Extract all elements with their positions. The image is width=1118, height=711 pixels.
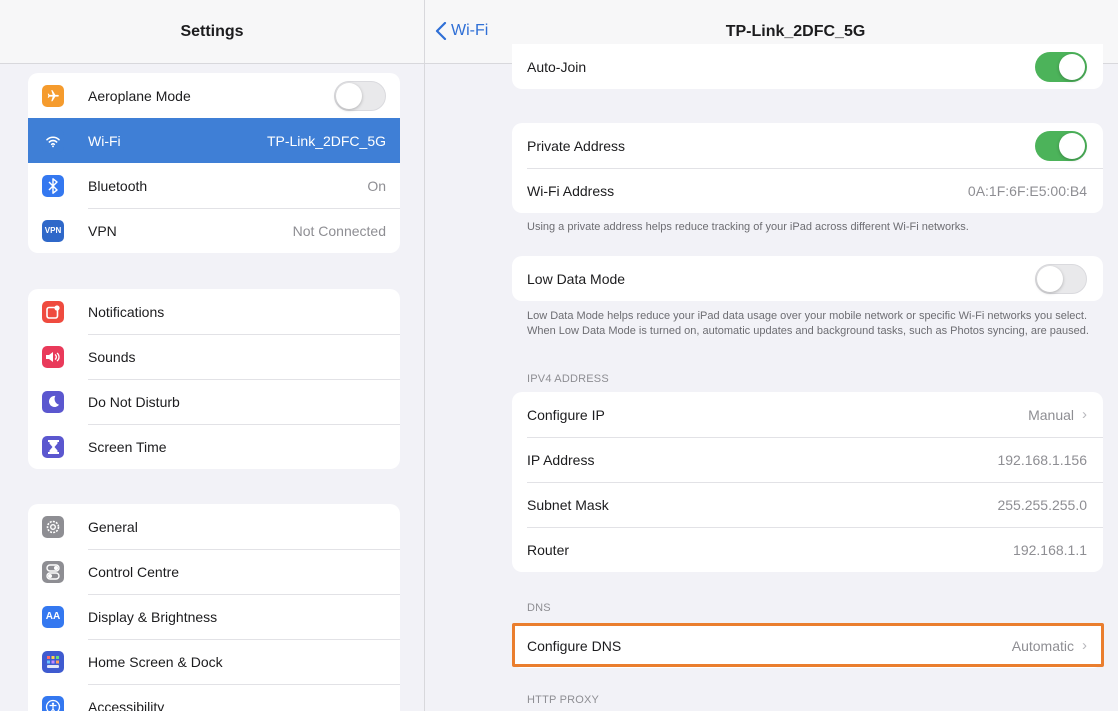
sidebar-item-sounds[interactable]: Sounds [28, 334, 400, 379]
system-group: General Control Centre AA Display & Brig… [28, 504, 400, 711]
back-button[interactable]: Wi-Fi [435, 22, 488, 40]
sidebar-item-label: Control Centre [88, 563, 180, 580]
ipv4-group: Configure IP Manual › IP Address 192.168… [512, 392, 1103, 572]
ipv4-section-header: IPV4 ADDRESS [527, 373, 609, 385]
sidebar-item-label: VPN [88, 222, 117, 239]
sidebar-item-label: Display & Brightness [88, 608, 218, 625]
ip-address-label: IP Address [527, 451, 595, 468]
wifi-address-value: 0A:1F:6F:E5:00:B4 [967, 182, 1087, 199]
router-row: Router 192.168.1.1 [512, 527, 1103, 572]
wifi-address-label: Wi-Fi Address [527, 182, 615, 199]
sidebar-title: Settings [180, 22, 244, 40]
sidebar-item-notifications[interactable]: Notifications [28, 289, 400, 334]
sidebar-item-home-screen-dock[interactable]: Home Screen & Dock [28, 639, 400, 684]
subnet-mask-value: 255.255.255.0 [997, 496, 1087, 513]
low-data-mode-label: Low Data Mode [527, 270, 626, 287]
auto-join-row[interactable]: Auto-Join [512, 44, 1103, 89]
page-title: TP-Link_2DFC_5G [725, 22, 866, 40]
sidebar-item-label: Sounds [88, 348, 136, 365]
sidebar-item-label: Bluetooth [88, 177, 148, 194]
sidebar-item-vpn[interactable]: VPN VPN Not Connected [28, 208, 400, 253]
chevron-left-icon [435, 22, 447, 40]
display-icon: AA [42, 605, 64, 628]
configure-ip-row[interactable]: Configure IP Manual › [512, 392, 1103, 437]
private-address-note: Using a private address helps reduce tra… [527, 221, 969, 233]
private-address-row[interactable]: Private Address [512, 123, 1103, 168]
aeroplane-mode-toggle[interactable] [334, 80, 386, 111]
bluetooth-value: On [367, 177, 386, 194]
subnet-mask-label: Subnet Mask [527, 496, 609, 513]
dns-group: Configure DNS Automatic › [512, 623, 1103, 668]
accessibility-icon [42, 695, 64, 711]
configure-ip-label: Configure IP [527, 406, 605, 423]
low-data-note: Low Data Mode helps reduce your iPad dat… [527, 310, 1089, 337]
router-value: 192.168.1.1 [1013, 541, 1087, 558]
ip-address-row: IP Address 192.168.1.156 [512, 437, 1103, 482]
sidebar-item-label: Wi-Fi [88, 132, 121, 149]
hourglass-icon [42, 435, 64, 458]
configure-dns-row[interactable]: Configure DNS Automatic › [512, 623, 1103, 668]
bluetooth-icon [42, 174, 64, 197]
chevron-right-icon: › [1082, 406, 1087, 423]
control-centre-icon [42, 560, 64, 583]
auto-join-toggle[interactable] [1035, 51, 1087, 82]
sidebar-item-screen-time[interactable]: Screen Time [28, 424, 400, 469]
sidebar-item-label: General [88, 518, 138, 535]
sounds-icon [42, 345, 64, 368]
auto-join-group: Auto-Join [512, 44, 1103, 89]
private-address-label: Private Address [527, 137, 626, 154]
notifications-group: Notifications Sounds Do Not Disturb Scre… [28, 289, 400, 469]
subnet-mask-row: Subnet Mask 255.255.255.0 [512, 482, 1103, 527]
notifications-icon [42, 300, 64, 323]
sidebar-item-general[interactable]: General [28, 504, 400, 549]
sidebar-item-bluetooth[interactable]: Bluetooth On [28, 163, 400, 208]
settings-sidebar: Settings Aeroplane Mode Wi-Fi TP-Link_2D… [0, 0, 425, 711]
sidebar-item-label: Home Screen & Dock [88, 653, 223, 670]
home-screen-icon [42, 650, 64, 673]
private-address-toggle[interactable] [1035, 130, 1087, 161]
wifi-icon [42, 129, 64, 152]
configure-dns-value: Automatic [1011, 637, 1074, 654]
wifi-network-value: TP-Link_2DFC_5G [266, 132, 386, 149]
sidebar-item-aeroplane-mode[interactable]: Aeroplane Mode [28, 73, 400, 118]
router-label: Router [527, 541, 570, 558]
configure-ip-value: Manual [1028, 406, 1074, 423]
chevron-right-icon: › [1082, 637, 1087, 654]
airplane-icon [42, 84, 64, 107]
wifi-address-row: Wi-Fi Address 0A:1F:6F:E5:00:B4 [512, 168, 1103, 213]
http-proxy-section-header: HTTP PROXY [527, 694, 600, 706]
low-data-mode-row[interactable]: Low Data Mode [512, 256, 1103, 301]
configure-dns-label: Configure DNS [527, 637, 622, 654]
auto-join-label: Auto-Join [527, 58, 587, 75]
sidebar-item-label: Accessibility [88, 698, 165, 711]
low-data-group: Low Data Mode [512, 256, 1103, 301]
wifi-detail-pane: Wi-Fi TP-Link_2DFC_5G Auto-Join Private … [425, 0, 1118, 711]
ip-address-value: 192.168.1.156 [997, 451, 1087, 468]
sidebar-item-control-centre[interactable]: Control Centre [28, 549, 400, 594]
sidebar-item-accessibility[interactable]: Accessibility [28, 684, 400, 711]
sidebar-header: Settings [0, 0, 424, 64]
sidebar-item-label: Do Not Disturb [88, 393, 180, 410]
vpn-value: Not Connected [292, 222, 386, 239]
sidebar-item-wifi[interactable]: Wi-Fi TP-Link_2DFC_5G [28, 118, 400, 163]
sidebar-item-label: Screen Time [88, 438, 167, 455]
sidebar-item-label: Aeroplane Mode [88, 87, 191, 104]
dns-section-header: DNS [527, 602, 551, 614]
sidebar-item-label: Notifications [88, 303, 165, 320]
sidebar-item-display-brightness[interactable]: AA Display & Brightness [28, 594, 400, 639]
gear-icon [42, 515, 64, 538]
vpn-icon: VPN [42, 219, 64, 242]
private-address-group: Private Address Wi-Fi Address 0A:1F:6F:E… [512, 123, 1103, 213]
sidebar-item-do-not-disturb[interactable]: Do Not Disturb [28, 379, 400, 424]
low-data-mode-toggle[interactable] [1035, 263, 1087, 294]
back-button-label: Wi-Fi [451, 22, 489, 39]
connectivity-group: Aeroplane Mode Wi-Fi TP-Link_2DFC_5G Blu… [28, 73, 400, 253]
moon-icon [42, 390, 64, 413]
